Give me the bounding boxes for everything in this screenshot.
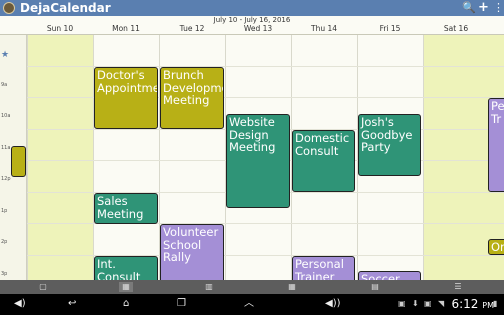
month-view-icon[interactable]: ▦	[285, 282, 299, 292]
event-int-consult[interactable]: Int. Consult	[94, 256, 158, 280]
notification-icon: ▣	[424, 299, 432, 308]
day-view-icon[interactable]: ▢	[36, 282, 50, 292]
clock: 6:12 PM	[451, 297, 494, 311]
header-divider	[0, 34, 504, 35]
system-nav-bar: ◀) ↩ ⌂ ❐ ︿ ◀)) ▣ ⬇ ▣ ◥ 6:12 PM ▮	[0, 294, 504, 315]
time-label: 3p	[1, 271, 8, 277]
day-header-thu[interactable]: Thu 14	[291, 24, 357, 34]
agenda-view-icon[interactable]: ▤	[368, 282, 382, 292]
event-sat-partial[interactable]: Pe Tr	[488, 98, 504, 192]
day-header-sat[interactable]: Sat 16	[423, 24, 489, 34]
back-icon[interactable]: ↩	[68, 298, 76, 310]
day-header-sun[interactable]: Sun 10	[27, 24, 93, 34]
time-label: 9a	[1, 82, 8, 88]
app-title: DejaCalendar	[20, 1, 111, 15]
day-column-sun[interactable]	[27, 35, 93, 280]
app-bar: DejaCalendar 🔍 + ⋮	[0, 0, 504, 16]
time-label: 11a	[1, 145, 11, 151]
event-brunch[interactable]: Brunch Development Meeting	[160, 67, 224, 129]
wifi-icon: ◥	[438, 299, 445, 308]
battery-icon: ▮	[493, 299, 498, 308]
day-header-fri[interactable]: Fri 15	[357, 24, 423, 34]
day-header-mon[interactable]: Mon 11	[93, 24, 159, 34]
event-domestic[interactable]: Domestic Consult	[292, 130, 355, 192]
event-doctor[interactable]: Doctor's Appointment	[94, 67, 158, 129]
list-view-icon[interactable]: ☰	[451, 282, 465, 292]
volume-down-icon[interactable]: ◀)	[14, 298, 26, 310]
app-logo-icon[interactable]	[3, 2, 15, 14]
time-label: 12p	[1, 176, 11, 182]
overflow-menu-icon[interactable]: ⋮	[493, 0, 504, 16]
recent-apps-icon[interactable]: ❐	[177, 298, 186, 310]
time-label: 1p	[1, 208, 8, 214]
event-sat-partial-2[interactable]: Or	[488, 239, 504, 255]
search-icon[interactable]: 🔍	[462, 0, 476, 16]
time-label: 2p	[1, 239, 8, 245]
volume-up-icon[interactable]: ◀))	[325, 298, 341, 310]
event-website[interactable]: Website Design Meeting	[226, 114, 290, 208]
view-switcher: ▢ ▦ ▥ ▦ ▤ ☰	[0, 280, 504, 294]
event-sun-partial[interactable]	[11, 146, 26, 177]
add-event-icon[interactable]: +	[478, 0, 489, 16]
notification-icon: ▣	[398, 299, 406, 308]
event-josh[interactable]: Josh's Goodbye Party	[358, 114, 421, 176]
event-sales[interactable]: Sales Meeting	[94, 193, 158, 224]
home-icon[interactable]: ⌂	[123, 298, 129, 310]
day-header-tue[interactable]: Tue 12	[159, 24, 225, 34]
time-label: 10a	[1, 113, 11, 119]
event-volunteer[interactable]: Volunteer School Rally	[160, 224, 224, 280]
event-soccer[interactable]: Soccer	[358, 271, 421, 280]
workweek-view-icon[interactable]: ▥	[202, 282, 216, 292]
week-view-icon[interactable]: ▦	[119, 282, 133, 292]
day-header-wed[interactable]: Wed 13	[225, 24, 291, 34]
week-calendar[interactable]: July 10 - July 16, 2016 ★ Sun 10 Mon 11 …	[0, 16, 504, 280]
event-personal-trainer[interactable]: Personal Trainer	[292, 256, 355, 280]
chevron-up-icon[interactable]: ︿	[244, 298, 254, 310]
star-icon[interactable]: ★	[1, 50, 9, 60]
download-icon: ⬇	[412, 299, 419, 308]
